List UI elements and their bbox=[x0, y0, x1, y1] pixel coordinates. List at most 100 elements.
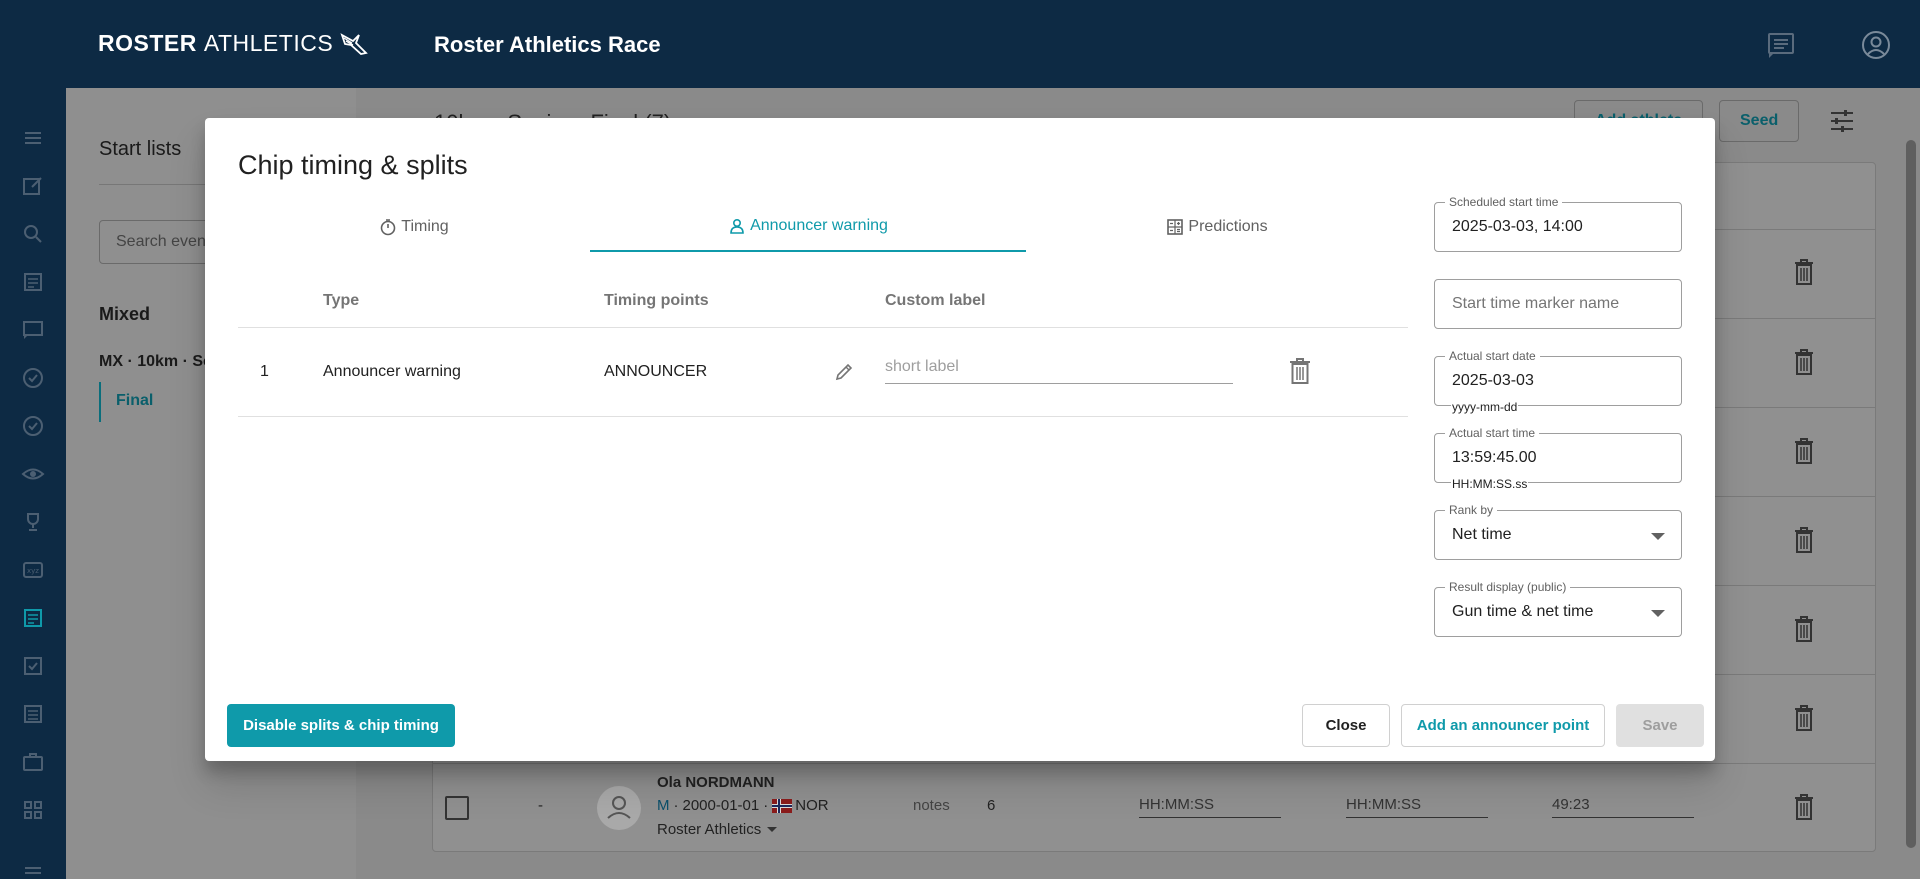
roster-athletics-logo[interactable]: ROSTER ATHLETICS bbox=[98, 30, 369, 57]
trophy-icon[interactable] bbox=[21, 510, 45, 534]
athlete-details: M · 2000-01-01 · NOR bbox=[657, 797, 829, 814]
delete-icon[interactable] bbox=[1792, 526, 1816, 554]
logo-text-bold: ROSTER bbox=[98, 30, 197, 56]
delete-icon[interactable] bbox=[1792, 437, 1816, 465]
avatar bbox=[597, 786, 641, 830]
athlete-dob: 2000-01-01 bbox=[682, 797, 760, 814]
search-icon[interactable] bbox=[21, 222, 45, 246]
apps-grid-icon[interactable] bbox=[21, 798, 45, 822]
round-item-final[interactable]: Final bbox=[99, 382, 168, 422]
athlete-club: Roster Athletics bbox=[657, 821, 762, 838]
person-icon bbox=[730, 218, 744, 234]
save-button[interactable]: Save bbox=[1616, 704, 1704, 747]
svg-text:xyz: xyz bbox=[27, 567, 39, 575]
xyz-icon[interactable]: xyz bbox=[21, 558, 45, 582]
verified-icon[interactable] bbox=[21, 414, 45, 438]
field-label: Result display (public) bbox=[1445, 580, 1571, 594]
tab-predictions[interactable]: Predictions bbox=[1026, 202, 1408, 252]
app-title: Roster Athletics Race bbox=[434, 32, 661, 57]
field-label: Rank by bbox=[1445, 503, 1498, 517]
tab-label: Predictions bbox=[1188, 218, 1268, 235]
delete-icon[interactable] bbox=[1792, 704, 1816, 732]
chevron-down-icon bbox=[767, 827, 778, 832]
dropdown-arrow-icon bbox=[1651, 610, 1665, 617]
custom-label-input[interactable] bbox=[885, 356, 1233, 384]
account-icon[interactable] bbox=[1861, 30, 1891, 60]
club-selector[interactable]: Roster Athletics bbox=[657, 821, 778, 838]
tab-announcer-warning[interactable]: Announcer warning bbox=[590, 202, 1026, 252]
stopwatch-icon bbox=[380, 219, 396, 236]
row-type: Announcer warning bbox=[323, 363, 461, 380]
result-input[interactable]: 49:23 bbox=[1552, 796, 1694, 818]
notes-field[interactable]: notes bbox=[913, 797, 950, 814]
event-item[interactable]: MX · 10km · Senior bbox=[99, 353, 209, 371]
group-heading: Mixed bbox=[99, 304, 151, 324]
field-value: 2025-03-03, 14:00 bbox=[1452, 218, 1583, 235]
row-index: 1 bbox=[260, 363, 269, 380]
dropdown-arrow-icon bbox=[1651, 533, 1665, 540]
edit-pencil-icon[interactable] bbox=[834, 362, 854, 382]
delete-icon[interactable] bbox=[1288, 357, 1312, 385]
time-input-2[interactable]: HH:MM:SS bbox=[1346, 796, 1488, 818]
start-lists-title: Start lists bbox=[99, 138, 182, 160]
close-button[interactable]: Close bbox=[1302, 704, 1390, 747]
athlete-gender: M bbox=[657, 797, 670, 814]
document-icon[interactable] bbox=[21, 702, 45, 726]
athlete-name[interactable]: Ola NORDMANN bbox=[657, 774, 775, 791]
chat-icon[interactable] bbox=[21, 318, 45, 342]
tab-timing[interactable]: Timing bbox=[238, 202, 590, 252]
eye-icon[interactable] bbox=[21, 462, 45, 486]
calculator-icon bbox=[1167, 219, 1184, 235]
rank-by-select[interactable]: Rank by Net time bbox=[1434, 503, 1682, 560]
actual-start-date-field[interactable]: Actual start date 2025-03-03 yyyy-mm-dd bbox=[1434, 349, 1682, 414]
field-value: Gun time & net time bbox=[1452, 603, 1594, 620]
result-display-select[interactable]: Result display (public) Gun time & net t… bbox=[1434, 580, 1682, 637]
top-app-bar: ROSTER ATHLETICS Roster Athletics Race bbox=[0, 0, 1920, 88]
actual-start-time-field[interactable]: Actual start time 13:59:45.00 HH:MM:SS.s… bbox=[1434, 426, 1682, 491]
collapse-menu-icon[interactable] bbox=[21, 858, 45, 879]
athlete-country: NOR bbox=[795, 797, 829, 814]
scheduled-start-time-field[interactable]: Scheduled start time 2025-03-03, 14:00 bbox=[1434, 195, 1682, 252]
lane-number: 6 bbox=[987, 797, 996, 814]
splits-table-header: Type Timing points Custom label bbox=[238, 270, 1408, 328]
start-list-icon[interactable] bbox=[21, 606, 45, 630]
row-checkbox[interactable] bbox=[445, 796, 469, 820]
person-icon bbox=[607, 796, 631, 819]
seed-button[interactable]: Seed bbox=[1719, 100, 1800, 142]
navigation-rail: xyz bbox=[0, 88, 66, 879]
delete-icon[interactable] bbox=[1792, 258, 1816, 286]
delete-icon[interactable] bbox=[1792, 793, 1816, 821]
dialog-tabs: Timing Announcer warning Predictions bbox=[238, 202, 1408, 252]
checkbox-icon[interactable] bbox=[21, 654, 45, 678]
row-timing-point: ANNOUNCER bbox=[604, 363, 708, 380]
tune-icon[interactable] bbox=[1828, 107, 1856, 135]
menu-icon[interactable] bbox=[21, 126, 45, 150]
winged-foot-icon bbox=[340, 32, 368, 55]
logo-text-light: ATHLETICS bbox=[203, 30, 334, 56]
messages-icon[interactable] bbox=[1766, 30, 1796, 60]
delete-icon[interactable] bbox=[1792, 615, 1816, 643]
field-label: Actual start date bbox=[1445, 349, 1540, 363]
disable-splits-button[interactable]: Disable splits & chip timing bbox=[227, 704, 455, 747]
tab-label: Announcer warning bbox=[750, 217, 888, 234]
row-divider bbox=[432, 763, 1876, 764]
check-circle-icon[interactable] bbox=[21, 366, 45, 390]
start-time-marker-name-field[interactable]: Start time marker name bbox=[1434, 279, 1682, 329]
edit-icon[interactable] bbox=[21, 174, 45, 198]
tab-label: Timing bbox=[401, 218, 449, 235]
field-label: Scheduled start time bbox=[1445, 195, 1563, 209]
add-announcer-point-button[interactable]: Add an announcer point bbox=[1401, 704, 1605, 747]
delete-icon[interactable] bbox=[1792, 348, 1816, 376]
field-value: 2025-03-03 bbox=[1452, 372, 1534, 389]
time-input-1[interactable]: HH:MM:SS bbox=[1139, 796, 1281, 818]
field-value: Net time bbox=[1452, 526, 1512, 543]
column-header-timing-points: Timing points bbox=[604, 292, 709, 309]
column-header-type: Type bbox=[323, 292, 360, 309]
dialog-title: Chip timing & splits bbox=[238, 150, 468, 180]
field-hint: yyyy-mm-dd bbox=[1451, 400, 1519, 414]
briefcase-icon[interactable] bbox=[21, 750, 45, 774]
scrollbar-thumb[interactable] bbox=[1906, 140, 1916, 848]
list-icon[interactable] bbox=[21, 270, 45, 294]
bib-number: - bbox=[538, 797, 543, 814]
field-value: 13:59:45.00 bbox=[1452, 449, 1537, 466]
